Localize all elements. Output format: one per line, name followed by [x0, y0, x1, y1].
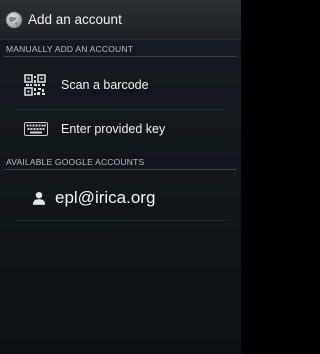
section-header-google-label: AVAILABLE GOOGLE ACCOUNTS [6, 157, 145, 167]
enter-key-label: Enter provided key [61, 122, 166, 136]
keyboard-icon [24, 122, 48, 136]
section-rule [4, 169, 237, 170]
enter-key-item[interactable]: Enter provided key [0, 111, 241, 147]
list-divider [16, 109, 225, 110]
google-account-item[interactable]: epl@irica.org [0, 178, 241, 218]
person-icon [33, 192, 45, 205]
globe-icon[interactable] [5, 11, 23, 29]
list-divider [16, 220, 225, 221]
section-header-manual-label: MANUALLY ADD AN ACCOUNT [6, 44, 134, 54]
scan-barcode-item[interactable]: Scan a barcode [0, 67, 241, 103]
page-title: Add an account [28, 12, 122, 27]
account-email-label: epl@irica.org [55, 188, 156, 207]
section-rule [4, 56, 237, 57]
scan-barcode-label: Scan a barcode [61, 78, 149, 92]
qr-code-icon [24, 74, 46, 96]
action-bar: Add an account [0, 0, 241, 40]
add-account-screen: Add an account MANUALLY ADD AN ACCOUNT S… [0, 0, 241, 354]
